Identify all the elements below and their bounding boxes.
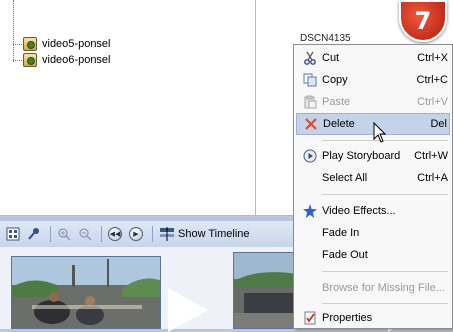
menu-item-label: Fade Out — [322, 249, 368, 261]
toolbar-separator — [152, 226, 153, 242]
storyboard-clip-thumbnail[interactable] — [11, 256, 161, 329]
menu-item-label: Fade In — [322, 227, 360, 239]
play-icon: ▶ — [129, 227, 143, 241]
menu-item-browse-missing-file[interactable]: Browse for Missing File... — [296, 277, 450, 299]
menu-item-cut[interactable]: Cut Ctrl+X — [296, 47, 450, 69]
menu-separator — [322, 271, 448, 272]
mouse-pointer-icon — [373, 121, 387, 147]
menu-item-shortcut: Ctrl+C — [416, 74, 448, 86]
collection-tree-pane: video5-ponsel video6-ponsel — [0, 0, 256, 216]
clip-title: DSCN4135 — [300, 33, 351, 44]
menu-item-label: Properties — [322, 312, 373, 324]
tree-branch-line — [13, 59, 22, 61]
menu-item-copy[interactable]: Copy Ctrl+C — [296, 69, 450, 91]
show-timeline-button[interactable]: Show Timeline — [159, 227, 250, 241]
menu-item-label: Copy — [322, 74, 348, 86]
menu-item-label: Delete — [323, 118, 355, 130]
menu-item-select-all[interactable]: Select All Ctrl+A — [296, 167, 450, 189]
storyboard-toolbar: ◀◀ ▶ Show Timeline — [0, 221, 300, 247]
menu-item-shortcut: Ctrl+X — [417, 52, 448, 64]
menu-item-label: Browse for Missing File... — [322, 282, 445, 294]
menu-item-label: Select All — [322, 172, 368, 184]
menu-item-label: Paste — [322, 96, 351, 108]
delete-x-icon — [301, 115, 321, 133]
menu-item-label: Play Storyboard — [322, 150, 401, 162]
storyboard-view-icon[interactable] — [4, 225, 22, 243]
menu-item-shortcut: Ctrl+W — [414, 150, 448, 162]
menu-item-properties[interactable]: Properties — [296, 307, 450, 329]
rewind-button[interactable]: ◀◀ — [106, 225, 124, 243]
menu-item-label: Cut — [322, 52, 340, 64]
menu-separator — [322, 194, 448, 195]
rewind-icon: ◀◀ — [108, 227, 122, 241]
menu-item-shortcut: Ctrl+V — [417, 96, 448, 108]
zoom-in-icon[interactable] — [55, 225, 73, 243]
video-effects-star-icon — [300, 202, 320, 220]
tree-item-video6-ponsel[interactable]: video6-ponsel — [13, 52, 111, 68]
video-clip-icon — [23, 37, 37, 51]
menu-item-label: Video Effects... — [322, 205, 396, 217]
menu-item-shortcut: Del — [430, 118, 447, 130]
paste-icon — [300, 93, 320, 111]
menu-item-fade-out[interactable]: Fade Out — [296, 244, 450, 266]
copy-icon — [300, 71, 320, 89]
zoom-out-icon[interactable] — [76, 225, 94, 243]
tree-item-video5-ponsel[interactable]: video5-ponsel — [13, 36, 111, 52]
transition-arrow — [168, 288, 208, 332]
scissors-icon — [300, 49, 320, 67]
menu-item-fade-in[interactable]: Fade In — [296, 222, 450, 244]
menu-item-shortcut: Ctrl+A — [417, 172, 448, 184]
tree-item-label: video6-ponsel — [42, 54, 111, 66]
toolbar-separator — [50, 226, 51, 242]
timeline-icon — [160, 227, 174, 241]
toolbar-separator — [101, 226, 102, 242]
play-button[interactable]: ▶ — [127, 225, 145, 243]
play-icon — [300, 147, 320, 165]
context-menu: Cut Ctrl+X Copy Ctrl+C Paste Ctrl+V Dele… — [293, 44, 453, 329]
video-clip-icon — [23, 53, 37, 67]
properties-checklist-icon — [300, 309, 320, 327]
tree-item-label: video5-ponsel — [42, 38, 111, 50]
narrate-microphone-icon[interactable] — [25, 225, 43, 243]
menu-item-video-effects[interactable]: Video Effects... — [296, 200, 450, 222]
menu-separator — [322, 303, 448, 304]
tree-branch-line — [13, 43, 22, 45]
menu-item-play-storyboard[interactable]: Play Storyboard Ctrl+W — [296, 145, 450, 167]
show-timeline-label: Show Timeline — [178, 228, 250, 240]
menu-item-paste[interactable]: Paste Ctrl+V — [296, 91, 450, 113]
